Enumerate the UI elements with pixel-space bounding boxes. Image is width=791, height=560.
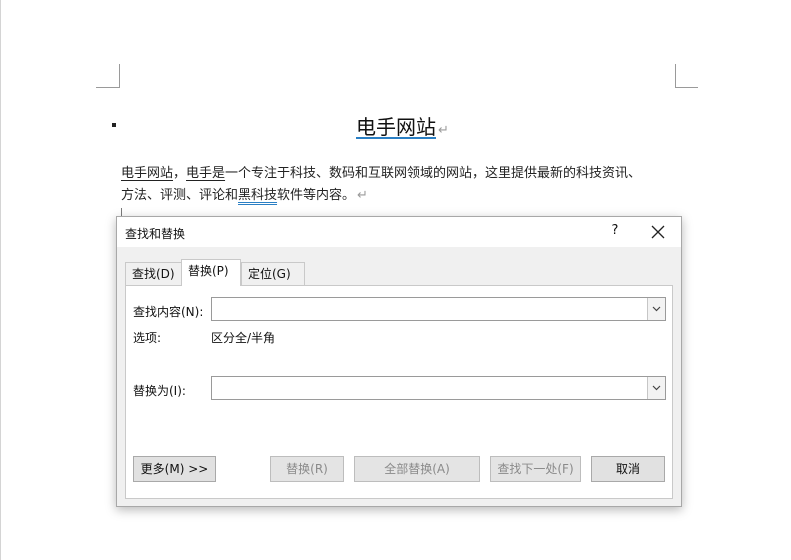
options-label: 选项: [133, 331, 162, 345]
window-left-edge [0, 0, 1, 560]
tab-replace[interactable]: 替换(P) [181, 259, 241, 286]
text-run[interactable]: 电手是 [186, 166, 225, 181]
tab-find[interactable]: 查找(D) [125, 262, 185, 285]
chevron-down-icon [652, 306, 661, 312]
replace-with-label: 替换为(I): [133, 384, 186, 398]
heading-bullet-icon [112, 123, 116, 127]
crop-mark-top-right [675, 87, 698, 88]
cancel-button[interactable]: 取消 [591, 456, 665, 482]
chevron-down-icon [652, 385, 661, 391]
find-what-combobox[interactable] [211, 297, 666, 321]
document-title[interactable]: 电手网站 ↵ [356, 114, 449, 144]
text-run[interactable]: 软件等内容。 [277, 188, 355, 203]
crop-mark-top-right [675, 64, 676, 88]
text-run[interactable]: ， [173, 166, 186, 181]
text-run[interactable]: 方法、评测、评论和 [121, 188, 238, 203]
document-title-text[interactable]: 电手网站 [356, 115, 436, 139]
text-cursor [121, 208, 122, 216]
paragraph-mark-icon: ↵ [357, 188, 368, 203]
crop-mark-top-left [119, 64, 120, 88]
replace-with-dropdown-button[interactable] [647, 377, 665, 399]
replace-with-input[interactable] [212, 377, 648, 399]
close-icon[interactable] [647, 221, 669, 243]
replace-all-button[interactable]: 全部替换(A) [354, 456, 480, 482]
find-what-label: 查找内容(N): [133, 305, 204, 319]
tab-goto[interactable]: 定位(G) [241, 262, 305, 285]
find-what-dropdown-button[interactable] [647, 298, 665, 320]
text-run[interactable]: 一个专注于科技、数码和互联网领域的网站，这里提供最新的科技资讯、 [225, 166, 641, 181]
replace-button[interactable]: 替换(R) [270, 456, 344, 482]
paragraph-mark-icon: ↵ [438, 123, 449, 138]
dialog-titlebar[interactable]: 查找和替换 ? [117, 217, 681, 247]
find-replace-dialog: 查找和替换 ? 查找(D) 替换(P) 定位(G) 查找内容(N): 选项: 区… [116, 216, 682, 507]
replace-with-combobox[interactable] [211, 376, 666, 400]
help-button[interactable]: ? [607, 223, 623, 238]
document-line[interactable]: 方法、评测、评论和黑科技软件等内容。 ↵ [121, 185, 681, 207]
crop-mark-top-left [96, 87, 120, 88]
replace-tab-panel: 查找内容(N): 选项: 区分全/半角 替换为(I): 更多(M) >> 替换(… [125, 285, 673, 499]
more-button[interactable]: 更多(M) >> [133, 456, 216, 482]
dialog-title: 查找和替换 [125, 227, 186, 241]
options-value: 区分全/半角 [211, 331, 276, 345]
document-line[interactable]: 电手网站，电手是一个专注于科技、数码和互联网领域的网站，这里提供最新的科技资讯、 [121, 163, 681, 185]
find-next-button[interactable]: 查找下一处(F) [490, 456, 581, 482]
text-run[interactable]: 黑科技 [238, 188, 277, 203]
find-what-input[interactable] [212, 298, 648, 320]
text-run[interactable]: 电手网站 [121, 166, 173, 181]
document-paragraph[interactable]: 电手网站，电手是一个专注于科技、数码和互联网领域的网站，这里提供最新的科技资讯、… [121, 163, 681, 207]
